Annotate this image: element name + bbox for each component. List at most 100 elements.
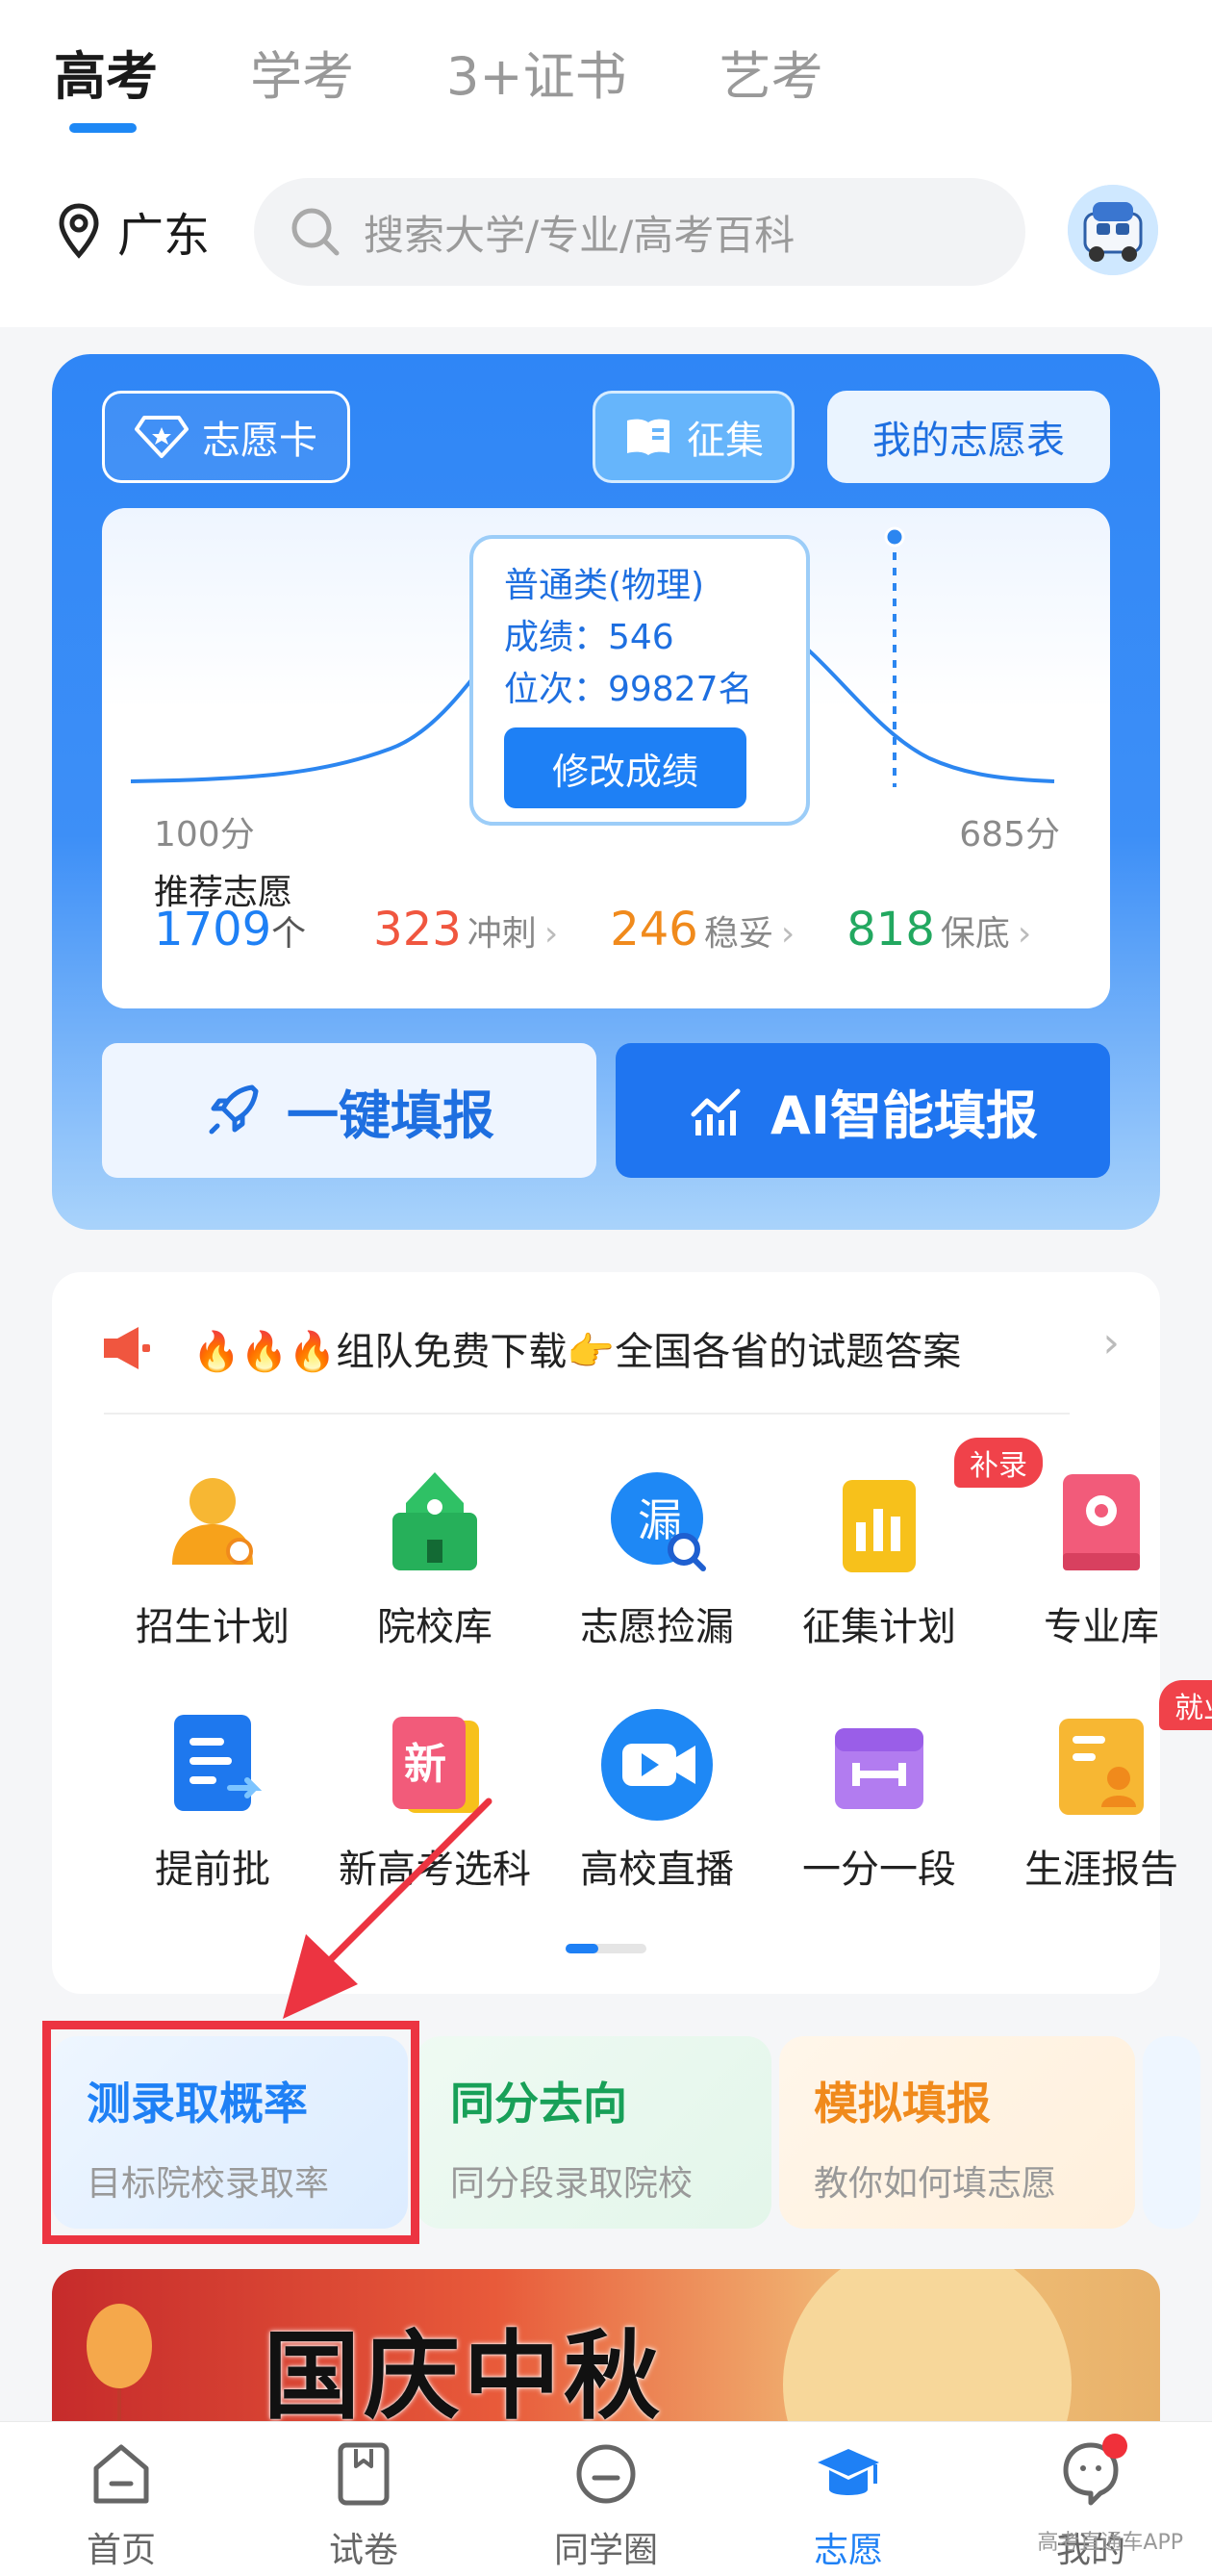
feature-label: 高校直播	[580, 1848, 734, 1892]
card-subtitle: 教你如何填志愿	[814, 2164, 1057, 2204]
feature-label: 志愿捡漏	[580, 1605, 734, 1649]
avatar[interactable]	[1068, 185, 1158, 275]
major-library-icon	[1044, 1465, 1159, 1580]
exam-type-tabs: 高考 学考 3+证书 艺考	[54, 38, 916, 115]
feature-label: 征集计划	[802, 1605, 956, 1649]
search-placeholder: 搜索大学/专业/高考百科	[364, 211, 795, 259]
rush-count[interactable]: 323	[373, 903, 462, 956]
graduation-cap-icon	[818, 2449, 879, 2495]
feature-school-library[interactable]: 院校库	[324, 1465, 545, 1651]
collect-label: 征集	[687, 419, 764, 463]
highlight-box	[42, 2021, 419, 2244]
diamond-badge-icon	[135, 416, 189, 458]
feature-label: 一分一段	[802, 1848, 956, 1892]
nav-exam-paper[interactable]: 试卷	[287, 2439, 441, 2572]
notice-text: 🔥🔥🔥组队免费下载👉全国各省的试题答案	[192, 1330, 962, 1374]
rush-link[interactable]: 冲刺 ›	[467, 905, 558, 956]
safe-label: 稳妥	[703, 914, 773, 954]
card-title: 同分去向	[450, 2078, 627, 2130]
edit-score-button[interactable]: 修改成绩	[504, 727, 746, 808]
mock-fill-card[interactable]: 模拟填报 教你如何填志愿	[779, 2036, 1135, 2229]
tooltip-rank: 位次：99827名	[504, 670, 753, 709]
tab-gaokao[interactable]: 高考	[54, 38, 158, 115]
megaphone-icon	[104, 1327, 150, 1369]
university-live-icon	[599, 1707, 715, 1823]
nav-label: 志愿	[813, 2531, 883, 2570]
same-score-destination-card[interactable]: 同分去向 同分段录取院校	[416, 2036, 771, 2229]
tab-xuekao[interactable]: 学考	[250, 38, 354, 115]
axis-max-label: 685分	[959, 815, 1060, 854]
search-icon	[291, 208, 340, 256]
ai-smart-fill-label: AI智能填报	[770, 1084, 1038, 1146]
new-gaokao-subject-icon: 新	[377, 1707, 492, 1823]
safe-count[interactable]: 246	[610, 903, 698, 956]
score-tooltip: 普通类(物理) 成绩：546 位次：99827名 修改成绩	[469, 535, 810, 826]
search-input[interactable]: 搜索大学/专业/高考百科	[254, 178, 1025, 286]
classmates-icon	[576, 2444, 636, 2504]
admission-plan-icon	[155, 1465, 270, 1580]
recommend-unit: 个	[271, 914, 307, 954]
feature-label: 招生计划	[136, 1605, 290, 1649]
feature-label: 提前批	[155, 1848, 270, 1892]
career-report-icon: 就业	[1044, 1680, 1212, 1823]
recommend-summary: 1709 个 323 冲刺 › 246 稳妥 › 818 保底 ›	[154, 903, 1077, 970]
collect-button[interactable]: 征集	[593, 391, 795, 483]
chevron-right-icon: ›	[1102, 1318, 1120, 1367]
new-glyph: 新	[404, 1740, 446, 1789]
notice-bar[interactable]: 🔥🔥🔥组队免费下载👉全国各省的试题答案 ›	[100, 1314, 1120, 1382]
top-header: 高考 学考 3+证书 艺考 广东 搜索大学/专业/高考百科	[0, 0, 1212, 327]
axis-min-label: 100分	[154, 815, 255, 854]
guarantee-label: 保底	[940, 914, 1010, 954]
location-selector[interactable]: 广东	[58, 197, 210, 265]
tooltip-score: 成绩：546	[504, 618, 674, 657]
nav-classmates[interactable]: 同学圈	[529, 2439, 683, 2572]
feature-label: 生涯报告	[1024, 1848, 1178, 1892]
more-card-peek[interactable]	[1143, 2036, 1200, 2229]
chevron-right-icon: ›	[780, 914, 795, 954]
my-volunteer-table-button[interactable]: 我的志愿表	[827, 391, 1110, 483]
school-library-icon	[377, 1465, 492, 1580]
avatar-car-icon	[1068, 185, 1158, 275]
collection-plan-icon: 补录	[821, 1438, 1043, 1580]
chevron-right-icon: ›	[1017, 914, 1032, 954]
feature-collection-plan[interactable]: 补录 征集计划	[769, 1438, 1043, 1651]
bottom-nav: 首页 试卷 同学圈 志愿 我的	[0, 2421, 1212, 2576]
book-icon	[627, 419, 669, 455]
one-click-fill-button[interactable]: 一键填报	[102, 1043, 596, 1178]
score-distribution-chart: 普通类(物理) 成绩：546 位次：99827名 修改成绩 100分 685分 …	[102, 508, 1110, 1008]
guarantee-count[interactable]: 818	[846, 903, 935, 956]
page-indicator-active	[566, 1944, 598, 1953]
nav-label: 首页	[86, 2531, 156, 2570]
volunteer-pickup-icon: 漏	[599, 1465, 715, 1580]
card-subtitle: 同分段录取院校	[450, 2164, 694, 2204]
feature-university-live[interactable]: 高校直播	[546, 1707, 768, 1894]
trend-chart-icon	[691, 1088, 741, 1135]
feature-label: 新高考选科	[339, 1848, 531, 1892]
feature-career-report[interactable]: 就业 生涯报告	[991, 1680, 1212, 1894]
active-tab-indicator	[69, 123, 137, 133]
nav-home[interactable]: 首页	[44, 2439, 198, 2572]
feature-label: 院校库	[377, 1605, 492, 1649]
watermark: 高考直通车APP	[1037, 2531, 1183, 2555]
features-panel: 🔥🔥🔥组队免费下载👉全国各省的试题答案 › 招生计划 院校库 漏 志愿捡漏 补录…	[52, 1272, 1212, 1994]
nav-label: 同学圈	[553, 2531, 658, 2570]
volunteer-card-label: 志愿卡	[202, 419, 317, 463]
tab-yikao[interactable]: 艺考	[720, 38, 823, 115]
nav-label: 试卷	[328, 2531, 398, 2570]
guarantee-link[interactable]: 保底 ›	[941, 905, 1031, 956]
feature-volunteer-pickup[interactable]: 漏 志愿捡漏	[546, 1465, 768, 1651]
location-pin-icon	[59, 203, 99, 259]
feature-early-batch[interactable]: 提前批	[102, 1707, 323, 1894]
volunteer-card-button[interactable]: 志愿卡	[102, 391, 350, 483]
feature-admission-plan[interactable]: 招生计划	[102, 1465, 323, 1651]
feature-new-gaokao-subject[interactable]: 新 新高考选科	[324, 1707, 545, 1894]
ai-smart-fill-button[interactable]: AI智能填报	[616, 1043, 1110, 1178]
nav-volunteer[interactable]: 志愿	[771, 2439, 925, 2572]
tab-3-plus-certificate[interactable]: 3+证书	[446, 38, 627, 115]
feature-score-segment[interactable]: 一分一段	[769, 1707, 990, 1894]
score-segment-icon	[821, 1707, 937, 1823]
safe-link[interactable]: 稳妥 ›	[704, 905, 795, 956]
card-title: 模拟填报	[814, 2078, 991, 2130]
feature-major-library[interactable]: 专业库	[991, 1465, 1212, 1651]
rush-label: 冲刺	[467, 914, 537, 954]
